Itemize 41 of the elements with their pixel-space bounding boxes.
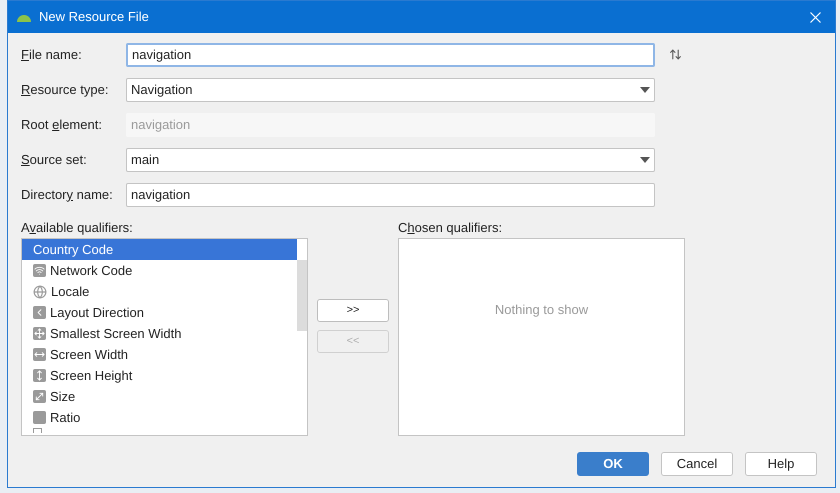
- partial-icon: [33, 428, 42, 433]
- ok-button[interactable]: OK: [577, 452, 649, 476]
- width-arrows-icon: [33, 348, 46, 361]
- field-label: File name:: [21, 46, 82, 62]
- close-icon[interactable]: [810, 12, 821, 22]
- dialog-button[interactable]: Cancel: [661, 452, 733, 476]
- move-button[interactable]: >>: [317, 299, 389, 322]
- field-label: Root element:: [21, 116, 102, 132]
- dropdown[interactable]: main: [126, 148, 655, 172]
- list-item[interactable]: Size: [22, 386, 297, 407]
- field-label: Directory name:: [21, 186, 113, 202]
- arrow-left-icon: [33, 306, 46, 319]
- sort-icon[interactable]: [669, 48, 682, 61]
- diagonal-arrow-icon: [33, 390, 46, 403]
- input-field[interactable]: navigation: [126, 182, 655, 206]
- empty-text: Nothing to show: [494, 301, 588, 319]
- input-field[interactable]: navigation: [126, 42, 655, 66]
- list-item[interactable]: Country Code: [22, 239, 297, 260]
- scrollbar-thumb[interactable]: [297, 260, 307, 331]
- ratio-icon: [33, 411, 46, 424]
- list-item[interactable]: Screen Width: [22, 344, 297, 365]
- list-item[interactable]: Screen Height: [22, 365, 297, 386]
- dropdown[interactable]: Navigation: [126, 78, 655, 102]
- height-arrows-icon: [33, 369, 46, 382]
- list-label: Available qualifiers:: [21, 219, 134, 237]
- field-label: Source set:: [21, 152, 87, 166]
- dropdown-arrow-icon: [640, 86, 650, 92]
- list-item[interactable]: Ratio: [22, 407, 297, 428]
- network-icon: [33, 264, 46, 277]
- dialog-button[interactable]: Help: [745, 452, 817, 476]
- list-item[interactable]: Layout Direction: [22, 302, 297, 323]
- list-item[interactable]: Smallest Screen Width: [22, 323, 297, 344]
- window-title: New Resource File: [39, 8, 149, 26]
- list-item[interactable]: Network Code: [22, 260, 297, 281]
- list-item[interactable]: Locale: [22, 281, 297, 302]
- field-label: Resource type:: [21, 82, 108, 96]
- move-icon: [33, 327, 46, 340]
- globe-icon: [33, 284, 47, 298]
- android-icon: [16, 12, 32, 22]
- list-label: Chosen qualifiers:: [398, 219, 504, 237]
- dropdown-arrow-icon: [640, 156, 650, 162]
